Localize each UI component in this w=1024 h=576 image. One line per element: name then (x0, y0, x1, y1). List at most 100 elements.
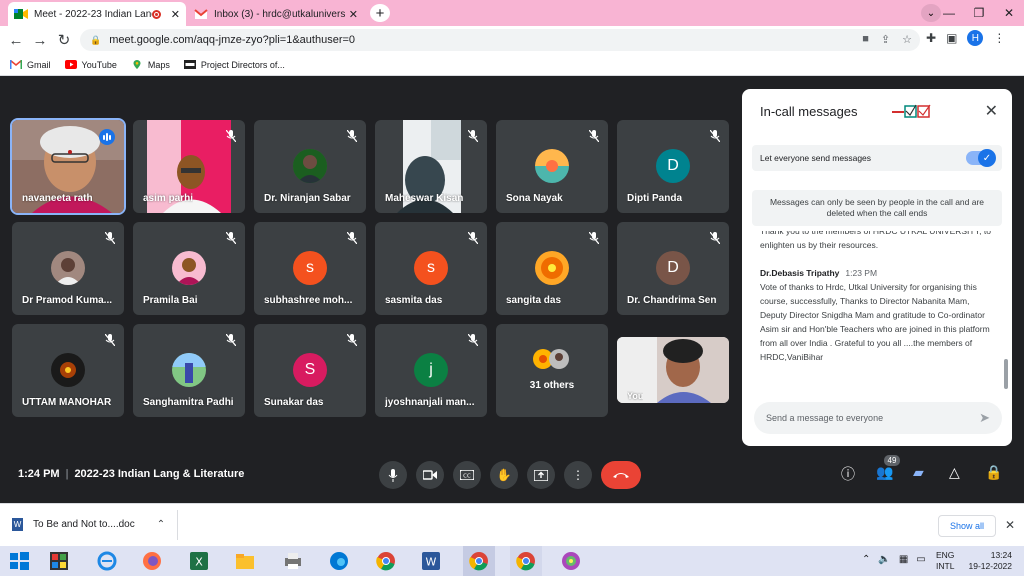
new-tab-button[interactable]: + (370, 4, 390, 22)
system-clock[interactable]: 13:24 19-12-2022 (966, 550, 1012, 572)
edge-icon[interactable] (328, 550, 350, 572)
leave-call-button[interactable] (601, 461, 641, 489)
tab-close-icon[interactable]: ✕ (171, 8, 180, 21)
excel-icon[interactable]: X (188, 550, 210, 572)
participant-tile[interactable]: sangita das (496, 222, 608, 315)
participant-name: UTTAM MANOHAR (22, 397, 112, 408)
windows-start-icon[interactable] (8, 550, 30, 572)
participant-tile[interactable]: j jyoshnanjali man... (375, 324, 487, 417)
bookmark-youtube[interactable]: YouTube (64, 59, 117, 70)
activities-icon[interactable]: △ (949, 464, 960, 481)
mic-off-icon (589, 232, 599, 244)
send-messages-toggle[interactable]: ✓ (966, 149, 996, 167)
send-icon[interactable]: ➤ (979, 410, 990, 426)
show-all-button[interactable]: Show all (938, 515, 996, 537)
extensions-icon[interactable]: ✚ (926, 31, 936, 45)
message-input[interactable]: Send a message to everyone ➤ (754, 402, 1002, 434)
people-icon[interactable]: 👥 (876, 464, 893, 481)
participant-tile[interactable]: s sasmita das (375, 222, 487, 315)
menu-icon[interactable]: ⋮ (993, 31, 1005, 45)
present-button[interactable] (527, 461, 555, 489)
profile-avatar[interactable]: H (967, 30, 984, 46)
tab-gmail[interactable]: Inbox (3) - hrdc@utkaluniversity ✕ (188, 2, 364, 26)
chevron-up-icon[interactable]: ⌃ (862, 554, 870, 565)
participant-tile[interactable]: S Sunakar das (254, 324, 366, 417)
tab-close-icon[interactable]: ✕ (349, 8, 358, 21)
chat-icon[interactable]: ▰ (913, 464, 924, 481)
battery-icon[interactable]: ▭ (916, 554, 925, 565)
participant-tile[interactable]: navaneeta rath (10, 118, 126, 215)
chrome-window-2[interactable] (510, 546, 542, 576)
present-icon (534, 469, 548, 481)
participant-tile[interactable]: Dr. Niranjan Sabar (254, 120, 366, 213)
participant-tile[interactable]: Maheswar Kisan (375, 120, 487, 213)
mic-off-icon (347, 334, 357, 346)
meeting-details-icon[interactable]: ⓘ (841, 464, 855, 484)
share-icon[interactable]: ⇪ (881, 33, 890, 46)
avatar (51, 353, 85, 387)
participant-tile[interactable]: Sanghamitra Padhi (133, 324, 245, 417)
participant-tile[interactable]: Pramila Bai (133, 222, 245, 315)
chat-scrollbar[interactable] (1004, 359, 1008, 389)
firefox-icon[interactable] (141, 550, 163, 572)
participant-tile[interactable]: D Dr. Chandrima Sen (617, 222, 729, 315)
participant-tile[interactable]: Dr Pramod Kuma... (12, 222, 124, 315)
chevron-up-icon[interactable]: ⌃ (157, 519, 165, 530)
volume-icon[interactable]: 🔈 (878, 554, 890, 565)
tab-title: Meet - 2022-23 Indian Lang (34, 8, 152, 20)
minimize-icon[interactable]: — (934, 6, 964, 20)
meeting-title: 2022-23 Indian Lang & Literature (74, 468, 245, 480)
word-icon[interactable]: W (420, 550, 442, 572)
file-explorer-icon[interactable] (234, 550, 256, 572)
forward-icon[interactable]: → (28, 32, 52, 49)
mic-off-icon (710, 130, 720, 142)
network-icon[interactable]: ▦ (899, 554, 908, 565)
printer-icon[interactable] (282, 550, 304, 572)
others-tile[interactable]: 31 others (496, 324, 608, 417)
avatar (535, 149, 569, 183)
participant-tile[interactable]: UTTAM MANOHAR (12, 324, 124, 417)
tab-strip: Meet - 2022-23 Indian Lang ✕ Inbox (3) -… (0, 0, 1024, 26)
bookmark-gmail[interactable]: Gmail (10, 60, 51, 70)
avatar (172, 353, 206, 387)
reload-icon[interactable]: ↻ (52, 31, 76, 49)
participant-tile[interactable]: asim parhi (133, 120, 245, 213)
participant-tile[interactable]: s subhashree moh... (254, 222, 366, 315)
people-count-badge: 49 (884, 455, 900, 466)
star-icon[interactable]: ☆ (902, 33, 912, 46)
self-tile[interactable]: You (617, 337, 729, 403)
app-tiles-icon[interactable] (48, 550, 70, 572)
avatar: s (414, 251, 448, 285)
color-app-icon[interactable] (560, 550, 582, 572)
close-icon[interactable]: ✕ (985, 101, 998, 121)
close-shelf-icon[interactable]: ✕ (1005, 518, 1015, 532)
meet-stage: navaneeta rath asim parhi Dr. Niranjan S… (0, 77, 1024, 503)
tab-meet[interactable]: Meet - 2022-23 Indian Lang ✕ (8, 2, 186, 26)
window-close-icon[interactable]: ✕ (994, 6, 1024, 20)
captions-button[interactable]: CC (453, 461, 481, 489)
chrome-window-1[interactable] (463, 546, 495, 576)
internet-explorer-icon[interactable] (96, 550, 118, 572)
mic-button[interactable] (379, 461, 407, 489)
input-language[interactable]: ENG INTL (936, 550, 954, 572)
camera-button[interactable] (416, 461, 444, 489)
participant-tile[interactable]: D Dipti Panda (617, 120, 729, 213)
camera-icon[interactable]: ■ (862, 33, 869, 46)
raise-hand-button[interactable]: ✋ (490, 461, 518, 489)
participant-name: Dr. Chandrima Sen (627, 295, 717, 306)
chat-panel: In-call messages ✕ Let everyone send mes… (742, 89, 1012, 446)
more-options-button[interactable]: ⋮ (564, 461, 592, 489)
participant-name: Pramila Bai (143, 295, 198, 306)
bookmark-project-directors[interactable]: Project Directors of... (183, 60, 285, 70)
participant-tile[interactable]: Sona Nayak (496, 120, 608, 213)
bookmark-label: YouTube (81, 59, 117, 70)
side-panel-icon[interactable]: ▣ (946, 31, 957, 45)
restore-icon[interactable]: ❐ (964, 6, 994, 20)
back-icon[interactable]: ← (4, 32, 28, 49)
bookmark-maps[interactable]: Maps (131, 60, 170, 70)
chrome-icon[interactable] (375, 550, 397, 572)
address-bar[interactable]: 🔒 meet.google.com/aqq-jmze-zyo?pli=1&aut… (80, 29, 920, 51)
download-item[interactable]: W To Be and Not to....doc ⌃ (12, 518, 165, 531)
chrome-icon (469, 552, 488, 571)
host-controls-icon[interactable]: 🔒 (985, 464, 1002, 481)
